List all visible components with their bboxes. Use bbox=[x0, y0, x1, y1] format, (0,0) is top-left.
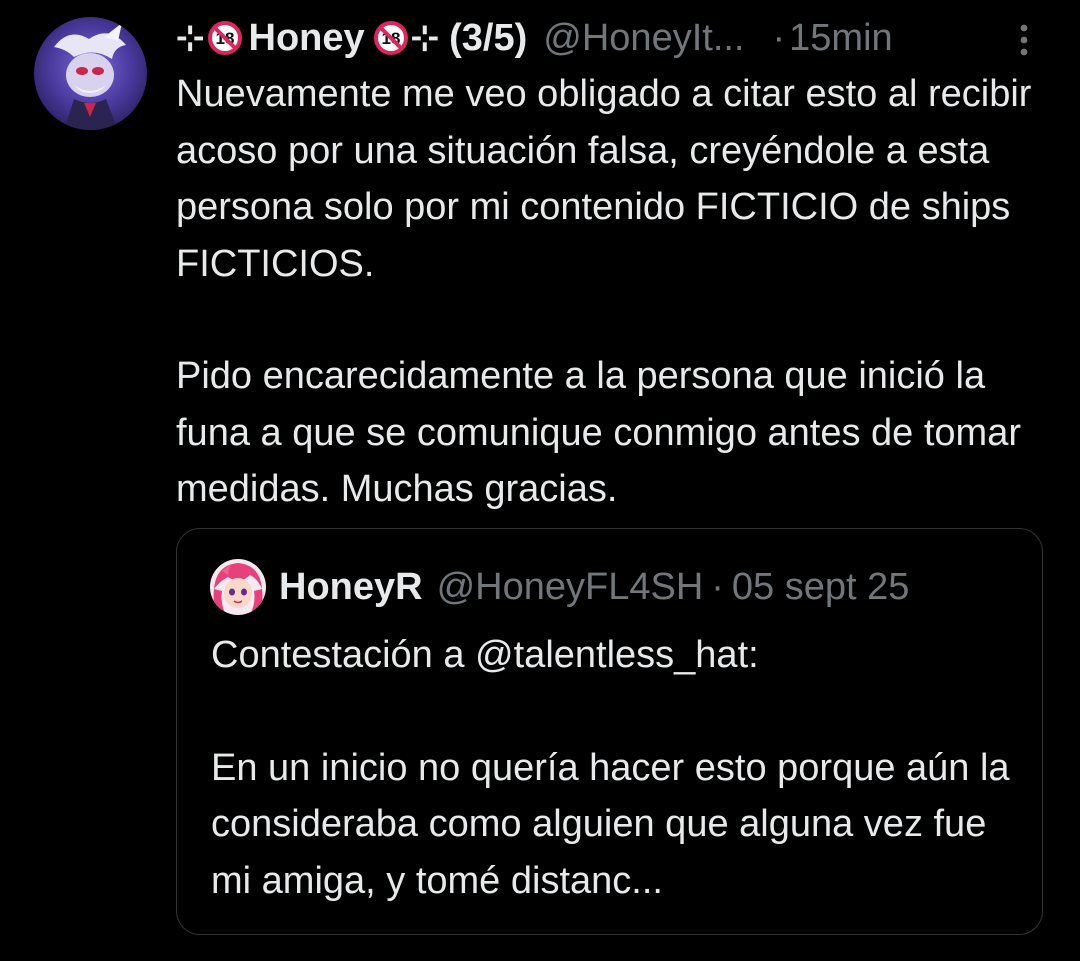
quoted-author-name: HoneyR bbox=[279, 565, 423, 608]
tweet-text: Nuevamente me veo obligado a citar esto … bbox=[176, 66, 1036, 518]
tweet[interactable]: ⊹ 18 Honey 18 ⊹ (3/5) @HoneyIt... · 1 bbox=[0, 0, 1080, 961]
quoted-avatar-image bbox=[210, 559, 266, 615]
thread-index: (3/5) bbox=[449, 16, 528, 59]
name-suffix: ⊹ bbox=[410, 19, 440, 57]
quoted-body: En un inicio no quería hacer esto porque… bbox=[211, 746, 1010, 902]
separator-dot: · bbox=[772, 16, 786, 59]
quoted-tweet-card[interactable]: HoneyR @HoneyFL4SH · 05 sept 25 Contesta… bbox=[176, 528, 1043, 935]
separator-dot: · bbox=[711, 565, 724, 608]
quoted-author-avatar bbox=[210, 559, 266, 615]
tweet-paragraph: Nuevamente me veo obligado a citar esto … bbox=[176, 73, 1032, 285]
author-handle[interactable]: @HoneyIt... bbox=[543, 17, 744, 60]
author-avatar[interactable] bbox=[34, 17, 147, 130]
name-prefix: ⊹ bbox=[176, 19, 205, 57]
author-display-name[interactable]: ⊹ 18 Honey 18 ⊹ (3/5) bbox=[176, 17, 527, 60]
quoted-author-handle: @HoneyFL4SH bbox=[436, 565, 704, 608]
no-under-18-icon: 18 bbox=[207, 20, 243, 56]
quoted-tweet-header: HoneyR @HoneyFL4SH · 05 sept 25 bbox=[279, 561, 909, 613]
tweet-header: ⊹ 18 Honey 18 ⊹ (3/5) @HoneyIt... · 1 bbox=[176, 12, 1006, 64]
quoted-tweet-date: 05 sept 25 bbox=[731, 565, 910, 608]
no-under-18-icon: 18 bbox=[373, 20, 409, 56]
quoted-reply-to: Contestación a @talentless_hat: bbox=[211, 634, 759, 676]
tweet-paragraph: Pido encarecidamente a la persona que in… bbox=[176, 355, 1021, 510]
more-options-icon[interactable] bbox=[1018, 22, 1030, 58]
author-avatar-image bbox=[34, 17, 147, 130]
quoted-tweet-text: Contestación a @talentless_hat: En un in… bbox=[211, 627, 1021, 909]
tweet-timestamp[interactable]: 15min bbox=[789, 17, 893, 60]
author-name-text: Honey bbox=[248, 16, 365, 59]
